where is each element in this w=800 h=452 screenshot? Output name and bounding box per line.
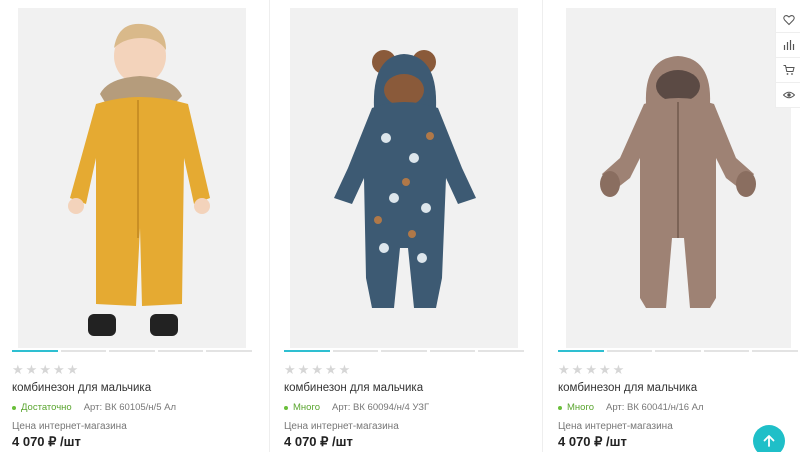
star-icon[interactable]: ★ [613,363,625,377]
star-icon[interactable]: ★ [572,363,584,377]
product-grid: ★ ★ ★ ★ ★ комбинезон для мальчика Достат… [0,0,800,452]
product-image[interactable] [18,8,246,348]
cart-icon [783,65,795,75]
compare-icon [783,40,794,50]
star-icon[interactable]: ★ [599,363,611,377]
product-card[interactable]: ★ ★ ★ ★ ★ комбинезон для мальчика Много … [272,0,540,452]
product-quick-actions [775,8,800,108]
favorite-button[interactable] [776,8,800,33]
scroll-to-top-button[interactable] [753,425,785,452]
star-icon[interactable]: ★ [284,363,296,377]
price-label: Цена интернет-магазина [284,421,399,432]
stock-status: Достаточно [21,402,72,413]
arrow-up-icon [763,435,775,447]
product-meta: Много Арт: ВК 60094/н/4 УЗГ [284,402,429,413]
heart-icon [782,15,795,26]
star-icon[interactable]: ★ [39,363,51,377]
image-slider-indicator[interactable] [558,350,798,352]
stock-dot-icon [558,405,562,410]
star-icon[interactable]: ★ [67,363,79,377]
star-icon[interactable]: ★ [12,363,24,377]
product-price: 4 070 ₽ /шт [558,434,627,449]
stock-status: Много [567,402,594,413]
product-title[interactable]: комбинезон для мальчика [284,382,423,394]
product-card[interactable]: ★ ★ ★ ★ ★ комбинезон для мальчика Много … [546,0,800,452]
card-divider [542,0,543,452]
star-icon[interactable]: ★ [325,363,337,377]
product-sku: Арт: ВК 60041/н/16 Ал [605,402,704,413]
stock-dot-icon [12,405,16,410]
price-label: Цена интернет-магазина [558,421,673,432]
rating-stars[interactable]: ★ ★ ★ ★ ★ [12,363,78,377]
product-image[interactable] [566,8,791,348]
star-icon[interactable]: ★ [53,363,65,377]
add-to-cart-button[interactable] [776,58,800,83]
star-icon[interactable]: ★ [339,363,351,377]
stock-status: Много [293,402,320,413]
product-meta: Много Арт: ВК 60041/н/16 Ал [558,402,704,413]
product-price: 4 070 ₽ /шт [284,434,353,449]
quick-view-button[interactable] [776,83,800,108]
product-meta: Достаточно Арт: ВК 60105/н/5 Ал [12,402,176,413]
star-icon[interactable]: ★ [585,363,597,377]
product-title[interactable]: комбинезон для мальчика [558,382,697,394]
star-icon[interactable]: ★ [558,363,570,377]
compare-button[interactable] [776,33,800,58]
image-slider-indicator[interactable] [12,350,252,352]
card-divider [269,0,270,452]
product-card[interactable]: ★ ★ ★ ★ ★ комбинезон для мальчика Достат… [0,0,268,452]
rating-stars[interactable]: ★ ★ ★ ★ ★ [284,363,350,377]
product-price: 4 070 ₽ /шт [12,434,81,449]
product-sku: Арт: ВК 60105/н/5 Ал [83,402,176,413]
star-icon[interactable]: ★ [298,363,310,377]
product-image[interactable] [290,8,518,348]
product-sku: Арт: ВК 60094/н/4 УЗГ [331,402,430,413]
star-icon[interactable]: ★ [26,363,38,377]
eye-icon [782,91,795,99]
stock-dot-icon [284,405,288,410]
price-label: Цена интернет-магазина [12,421,127,432]
product-title[interactable]: комбинезон для мальчика [12,382,151,394]
rating-stars[interactable]: ★ ★ ★ ★ ★ [558,363,624,377]
image-slider-indicator[interactable] [284,350,524,352]
star-icon[interactable]: ★ [311,363,323,377]
